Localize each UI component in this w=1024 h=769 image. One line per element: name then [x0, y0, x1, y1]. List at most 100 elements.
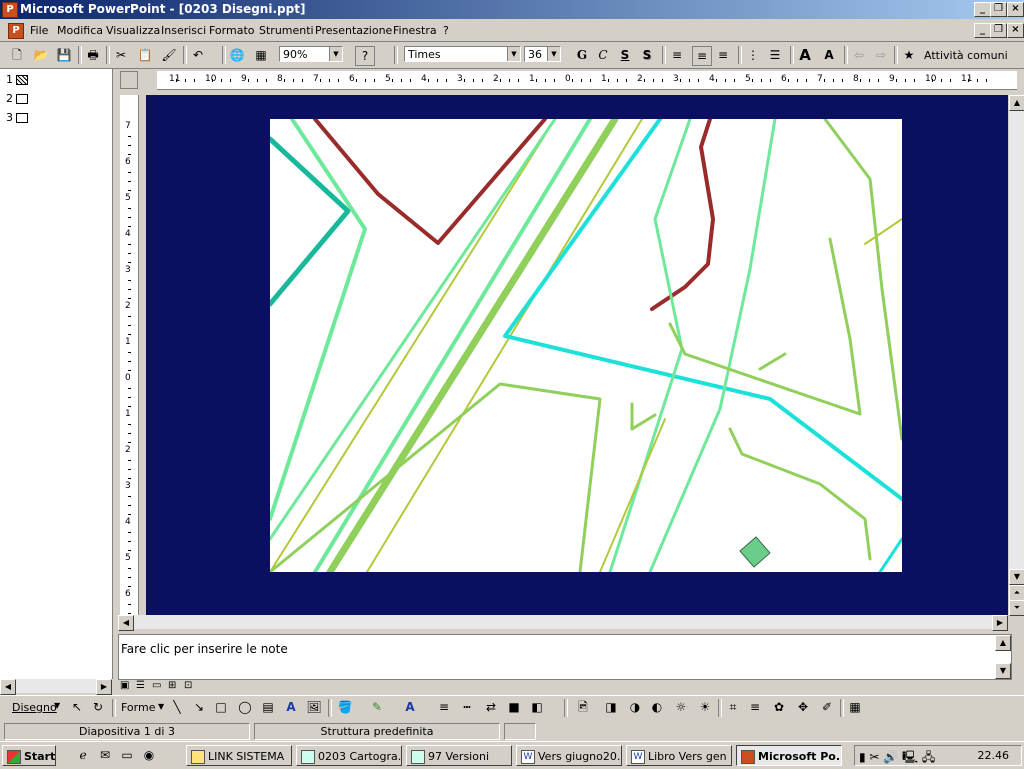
start-button[interactable]: Start [2, 745, 56, 766]
align-right-icon[interactable]: ≡ [714, 46, 732, 64]
brightness-up-icon[interactable]: ☼ [672, 698, 690, 716]
taskbar-item-vers-giugno[interactable]: W Vers giugno20... [516, 745, 622, 766]
help-icon[interactable]: ? [355, 46, 375, 66]
contrast-down-icon[interactable]: ◐ [648, 698, 666, 716]
taskbar-item-versioni[interactable]: 97 Versioni [406, 745, 512, 766]
shadow-style-icon[interactable]: ■ [505, 698, 523, 716]
slide-view-icon[interactable]: ▭ [152, 680, 161, 691]
outline-pane[interactable]: 1 2 3 [0, 69, 113, 679]
hyperlink-icon[interactable]: 🌐 [228, 46, 246, 64]
line-style-picture-icon[interactable]: ≡ [746, 698, 764, 716]
format-picture-icon[interactable]: ✥ [794, 698, 812, 716]
menu-modifica[interactable]: Modifica [57, 24, 103, 37]
numbering-icon[interactable]: ⋮ [744, 46, 762, 64]
tray-icons[interactable]: ▮ ✂ 🔊 🖳 🖧 [859, 748, 935, 769]
draw-menu-button[interactable]: Disegno [12, 701, 57, 714]
horizontal-ruler[interactable]: 11 10 9 8 7 6 5 4 3 2 1 0 1 2 3 4 5 6 7 8 9 10 11 [157, 71, 1017, 90]
3d-style-icon[interactable]: ◧ [528, 698, 546, 716]
menu-finestra[interactable]: Finestra [393, 24, 437, 37]
internet-explorer-icon[interactable]: ℯ [74, 746, 92, 764]
vertical-ruler[interactable]: 765432101234567 [120, 95, 139, 615]
undo-icon[interactable]: ↶ [189, 46, 207, 64]
outline-view-icon[interactable]: ☰ [136, 680, 145, 691]
shadow-button[interactable]: S [638, 46, 656, 64]
increase-font-icon[interactable]: A [796, 46, 814, 64]
font-size-select[interactable]: 36 ▼ [524, 46, 561, 62]
doc-minimize-button[interactable]: _ [974, 23, 991, 38]
line-color-icon[interactable]: ✎ [368, 698, 386, 716]
bullets-icon[interactable]: ☰ [766, 46, 784, 64]
sorter-view-icon[interactable]: ⊞ [168, 680, 176, 691]
align-center-icon[interactable]: ≡ [692, 46, 712, 66]
notes-placeholder[interactable]: Fare clic per inserire le note [121, 642, 288, 656]
brightness-down-icon[interactable]: ☀ [696, 698, 714, 716]
rectangle-tool-icon[interactable]: □ [212, 698, 230, 716]
print-icon[interactable]: 🖶 [84, 46, 102, 64]
outlook-icon[interactable]: ✉ [96, 746, 114, 764]
contrast-up-icon[interactable]: ◑ [626, 698, 644, 716]
open-icon[interactable]: 📂 [32, 46, 50, 64]
select-objects-icon[interactable]: ↖ [68, 698, 86, 716]
taskbar-item-cartografia[interactable]: 0203 Cartogra... [296, 745, 402, 766]
decrease-font-icon[interactable]: A [820, 46, 838, 64]
shared-tasks-icon[interactable]: ★ [900, 46, 918, 64]
menu-inserisci[interactable]: Inserisci [161, 24, 206, 37]
menu-strumenti[interactable]: Strumenti [259, 24, 314, 37]
scroll-down-icon[interactable]: ▼ [1009, 569, 1024, 585]
format-painter-icon[interactable]: 🖌 [160, 46, 178, 64]
wordart-icon[interactable]: A [282, 698, 300, 716]
scroll-up-icon[interactable]: ▲ [1009, 95, 1024, 111]
slideshow-icon[interactable]: ⊡ [184, 680, 192, 691]
notes-pane[interactable]: Fare clic per inserire le note ▲ ▼ [118, 634, 1012, 680]
slide-vscroll[interactable]: ▲ ▼ ⏶ ⏷ [1008, 95, 1024, 616]
reset-picture-icon[interactable]: ▦ [846, 698, 864, 716]
italic-button[interactable]: C [594, 46, 612, 64]
dash-style-icon[interactable]: ┅ [458, 698, 476, 716]
crop-icon[interactable]: ⌗ [724, 698, 742, 716]
scroll-left-icon[interactable]: ◀ [0, 679, 16, 695]
menu-help[interactable]: ? [443, 24, 449, 37]
transparent-color-icon[interactable]: ✐ [818, 698, 836, 716]
scroll-left-icon[interactable]: ◀ [118, 615, 134, 631]
promote-icon[interactable]: ⇦ [850, 46, 868, 64]
paste-icon[interactable]: 📋 [136, 46, 154, 64]
slide-hscroll[interactable]: ◀ ▶ [118, 615, 1008, 631]
desktop-icon[interactable]: ▭ [118, 746, 136, 764]
font-select[interactable]: Times ▼ [404, 46, 521, 62]
menu-file[interactable]: File [30, 24, 48, 37]
line-style-icon[interactable]: ≡ [435, 698, 453, 716]
outline-slide-3[interactable]: 3 [6, 111, 28, 124]
scroll-down-icon[interactable]: ▼ [995, 663, 1011, 679]
image-control-icon[interactable]: ◨ [602, 698, 620, 716]
menu-visualizza[interactable]: Visualizza [106, 24, 160, 37]
taskbar-item-link-sistema[interactable]: LINK SISTEMA [186, 745, 292, 766]
powerpoint-app-icon[interactable]: P [2, 2, 18, 18]
outline-slide-1[interactable]: 1 [6, 73, 28, 86]
menu-formato[interactable]: Formato [209, 24, 255, 37]
save-icon[interactable]: 💾 [55, 46, 73, 64]
insert-picture-icon[interactable]: 🖻 [574, 698, 592, 716]
bold-button[interactable]: G [573, 46, 591, 64]
underline-button[interactable]: S [616, 46, 634, 64]
textbox-tool-icon[interactable]: ▤ [259, 698, 277, 716]
table-icon[interactable]: ▦ [252, 46, 270, 64]
oval-tool-icon[interactable]: ◯ [236, 698, 254, 716]
outline-hscroll[interactable]: ◀ ▶ [0, 679, 112, 695]
restore-button[interactable]: ❐ [990, 2, 1007, 17]
cut-icon[interactable]: ✂ [112, 46, 130, 64]
close-button[interactable]: × [1007, 2, 1024, 17]
doc-close-button[interactable]: × [1007, 23, 1024, 38]
normal-view-icon[interactable]: ▣ [120, 680, 129, 691]
shapes-menu-button[interactable]: Forme [121, 701, 155, 714]
taskbar-item-libro-vers[interactable]: W Libro Vers gen ... [626, 745, 732, 766]
align-left-icon[interactable]: ≡ [668, 46, 686, 64]
next-slide-icon[interactable]: ⏷ [1009, 600, 1024, 616]
taskbar-item-powerpoint[interactable]: Microsoft Po... [736, 745, 842, 766]
font-color-icon[interactable]: A [401, 698, 419, 716]
scroll-up-icon[interactable]: ▲ [995, 635, 1011, 651]
recolor-icon[interactable]: ✿ [770, 698, 788, 716]
channels-icon[interactable]: ◉ [140, 746, 158, 764]
demote-icon[interactable]: ⇨ [872, 46, 890, 64]
fill-color-icon[interactable]: 🪣 [336, 698, 354, 716]
zoom-select[interactable]: 90% ▼ [279, 46, 343, 62]
